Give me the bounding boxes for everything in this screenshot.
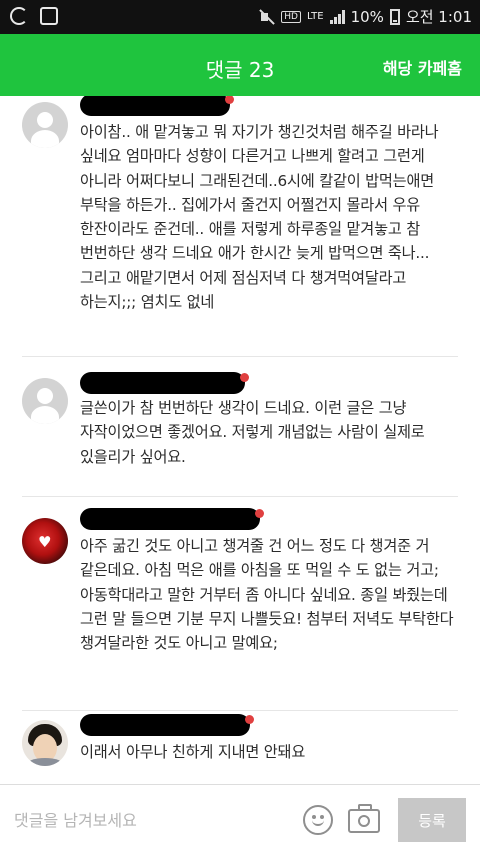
camera-lens xyxy=(358,815,370,827)
comment-input-bar: 등록 xyxy=(0,784,480,853)
app-header: 댓글 23 해당 카페홈 xyxy=(0,34,480,96)
user-icon-body xyxy=(31,130,59,148)
new-badge-dot xyxy=(245,715,254,724)
status-left-icons xyxy=(10,7,58,25)
clock: 오전 1:01 xyxy=(405,8,472,26)
signal-icon xyxy=(329,9,345,24)
gallery-icon xyxy=(10,7,28,25)
user-icon xyxy=(37,388,53,404)
new-badge-dot xyxy=(240,373,249,382)
divider xyxy=(22,710,458,711)
avatar[interactable] xyxy=(22,102,68,148)
hd-badge: HD xyxy=(281,10,301,23)
emoji-mouth xyxy=(312,819,324,826)
divider xyxy=(22,496,458,497)
checkbox-icon xyxy=(40,7,58,25)
divider xyxy=(22,356,458,357)
comment-input[interactable] xyxy=(14,805,284,835)
comment-text: 이래서 아무나 친하게 지내면 안돼요 xyxy=(80,743,306,761)
battery-icon xyxy=(389,8,400,25)
comment-text: 글쓴이가 참 번번하단 생각이 드네요. 이런 글은 그냥 자작이었으면 좋겠어… xyxy=(80,399,425,466)
status-bar: HD LTE 10% 오전 1:01 xyxy=(0,0,480,34)
avatar[interactable] xyxy=(22,720,68,766)
emoji-icon[interactable] xyxy=(303,805,333,835)
camera-icon[interactable] xyxy=(348,804,380,833)
new-badge-dot xyxy=(225,96,234,104)
comment-list[interactable]: 아이참.. 애 맡겨놓고 뭐 자기가 챙긴것처럼 해주길 바라나 싶네요 엄마마… xyxy=(0,96,480,784)
user-icon-body xyxy=(31,406,59,424)
author-name-redacted xyxy=(80,508,264,530)
status-right-icons: HD LTE 10% 오전 1:01 xyxy=(259,6,472,27)
avatar[interactable]: ♥ xyxy=(22,518,68,564)
avatar[interactable] xyxy=(22,378,68,424)
new-badge-dot xyxy=(255,509,264,518)
comment-text: 아주 굶긴 것도 아니고 챙겨줄 건 어느 정도 다 챙겨준 거 같은데요. 아… xyxy=(80,537,454,653)
author-name-redacted xyxy=(80,372,249,394)
lte-label: LTE xyxy=(306,10,324,22)
author-name-redacted xyxy=(80,714,254,736)
user-icon xyxy=(37,112,53,128)
submit-button[interactable]: 등록 xyxy=(398,798,466,842)
heart-icon: ♥ xyxy=(38,533,52,551)
cafe-home-link[interactable]: 해당 카페홈 xyxy=(383,55,462,79)
comment-text: 아이참.. 애 맡겨놓고 뭐 자기가 챙긴것처럼 해주길 바라나 싶네요 엄마마… xyxy=(80,123,439,312)
photo-shirt xyxy=(26,758,64,766)
battery-percent: 10% xyxy=(350,7,384,26)
mute-icon xyxy=(259,9,275,25)
author-name-redacted xyxy=(80,96,234,116)
